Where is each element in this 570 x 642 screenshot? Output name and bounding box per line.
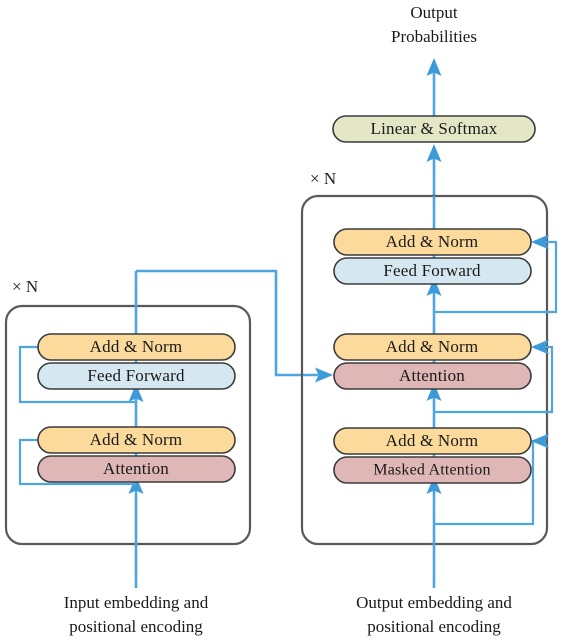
decoder-caption-line2: positional encoding	[367, 617, 501, 636]
decoder-add-norm-top[interactable]: Add & Norm	[333, 228, 532, 256]
output-probabilities-line1: Output	[410, 3, 458, 22]
decoder-caption-line1: Output embedding and	[356, 593, 512, 612]
decoder-add-norm-middle-label: Add & Norm	[386, 337, 479, 356]
encoder-add-norm-upper-label: Add & Norm	[90, 337, 183, 356]
output-probabilities-line2: Probabilities	[391, 27, 477, 46]
transformer-architecture-diagram: Output Probabilities Linear & Softmax × …	[0, 0, 570, 642]
encoder-caption-line2: positional encoding	[69, 617, 203, 636]
arrow-softmax-to-output	[426, 58, 442, 118]
output-probabilities-caption: Output Probabilities	[391, 3, 477, 46]
linear-softmax-box[interactable]: Linear & Softmax	[332, 115, 536, 143]
decoder-masked-attention[interactable]: Masked Attention	[333, 456, 532, 484]
encoder-add-norm-upper[interactable]: Add & Norm	[37, 333, 236, 361]
decoder-masked-attention-label: Masked Attention	[373, 462, 490, 479]
encoder-stack: × N Add & Norm Feed Forward Add & Norm A…	[4, 271, 252, 636]
decoder-feed-forward-label: Feed Forward	[383, 261, 481, 280]
encoder-attention-label: Attention	[103, 459, 169, 478]
decoder-feed-forward[interactable]: Feed Forward	[333, 257, 532, 285]
encoder-caption-line1: Input embedding and	[64, 593, 209, 612]
arrow-decoder-to-softmax	[426, 144, 442, 196]
encoder-add-norm-lower[interactable]: Add & Norm	[37, 426, 236, 454]
encoder-attention[interactable]: Attention	[37, 455, 236, 483]
decoder-stack: × N Add & Norm Feed Forward Add & Norm A…	[300, 169, 558, 636]
decoder-cross-attention-label: Attention	[399, 366, 465, 385]
linear-softmax-label: Linear & Softmax	[371, 119, 498, 138]
decoder-add-norm-bottom-label: Add & Norm	[386, 431, 479, 450]
decoder-add-norm-middle[interactable]: Add & Norm	[333, 333, 532, 361]
encoder-add-norm-lower-label: Add & Norm	[90, 430, 183, 449]
encoder-feed-forward-label: Feed Forward	[87, 366, 185, 385]
decoder-repeat-label: × N	[310, 169, 336, 188]
diagram-canvas: Output Probabilities Linear & Softmax × …	[4, 3, 558, 636]
decoder-add-norm-top-label: Add & Norm	[386, 232, 479, 251]
decoder-add-norm-bottom[interactable]: Add & Norm	[333, 427, 532, 455]
encoder-repeat-label: × N	[12, 277, 38, 296]
decoder-cross-attention[interactable]: Attention	[333, 362, 532, 390]
encoder-feed-forward[interactable]: Feed Forward	[37, 362, 236, 390]
